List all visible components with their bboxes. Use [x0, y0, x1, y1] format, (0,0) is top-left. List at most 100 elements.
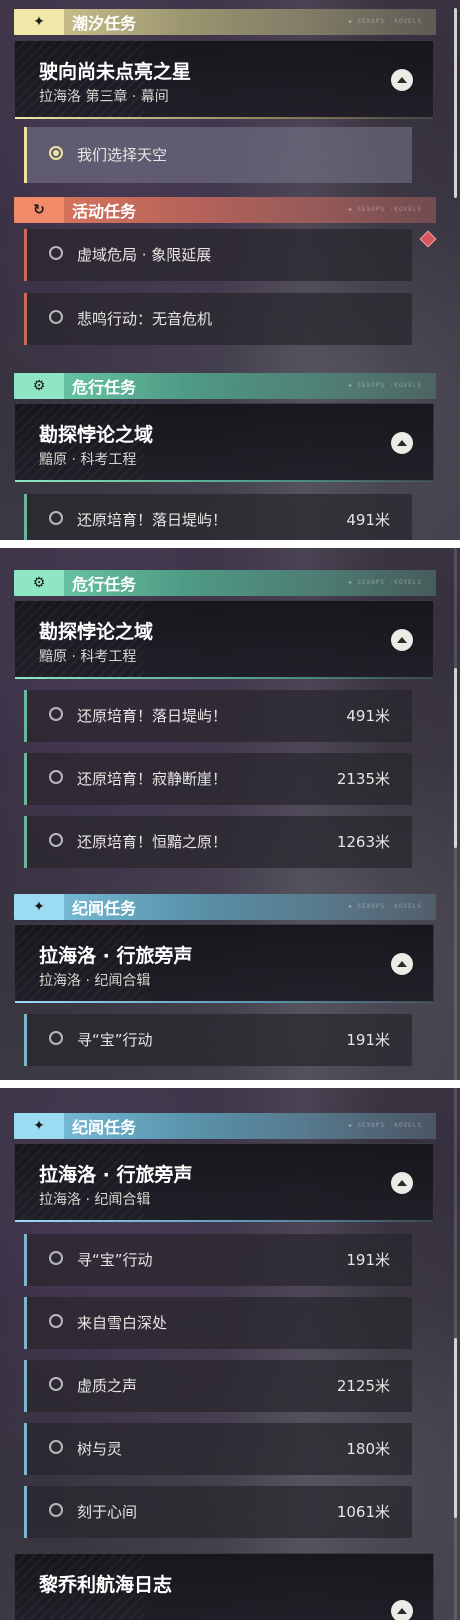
quest-step-distance: 2135米	[336, 770, 390, 788]
quest-subtitle: 黯原 · 科考工程	[39, 649, 137, 665]
collapse-button[interactable]	[391, 1172, 413, 1194]
quest-step[interactable]: 刻于心间 1061米	[24, 1486, 412, 1538]
quest-step-name: 寻“宝”行动	[77, 1251, 153, 1269]
quest-header[interactable]: 拉海洛 · 行旅旁声 拉海洛 · 纪闻合辑	[14, 924, 434, 1003]
quest-step[interactable]: 还原培育！落日堤屿！ 491米	[24, 494, 412, 540]
quest-title: 驶向尚未点亮之星	[39, 61, 192, 83]
quest-step-distance: 191米	[346, 1251, 390, 1269]
danger-badge-icon: ⚙	[14, 570, 64, 596]
quest-subtitle: 拉海洛 第三章 · 幕间	[39, 89, 169, 105]
quest-step-name: 寻“宝”行动	[77, 1031, 153, 1049]
quest-title: 勘探悖论之域	[39, 424, 154, 446]
star-icon: ✦	[14, 894, 64, 920]
category-header-jiwen[interactable]: ✦ 纪闻任务 ◆ SEXOPS ·KOVELS	[14, 1113, 436, 1139]
quest-underline	[15, 1220, 433, 1222]
category-header-chaoxi[interactable]: ✦ 潮汐任务 ◆ SEXOPS ·KOVELS	[14, 9, 436, 35]
quest-underline	[15, 117, 433, 119]
chevron-up-icon	[397, 637, 407, 643]
quest-step[interactable]: 寻“宝”行动 191米	[24, 1014, 412, 1066]
category-header-jiwen[interactable]: ✦ 纪闻任务 ◆ SEXOPS ·KOVELS	[14, 894, 436, 920]
quest-panel-1: ✦ 潮汐任务 ◆ SEXOPS ·KOVELS 驶向尚未点亮之星 拉海洛 第三章…	[0, 0, 460, 540]
quest-header[interactable]: 拉海洛 · 行旅旁声 拉海洛 · 纪闻合辑	[14, 1143, 434, 1222]
star-icon: ✦	[14, 1113, 64, 1139]
quest-step-distance: 2125米	[336, 1377, 390, 1395]
chevron-up-icon	[397, 1180, 407, 1186]
category-label: 潮汐任务	[72, 14, 137, 33]
collapse-button[interactable]	[391, 69, 413, 91]
scrollbar-thumb[interactable]	[454, 668, 457, 848]
quest-title: 拉海洛 · 行旅旁声	[39, 1164, 193, 1186]
divider	[0, 540, 460, 548]
category-deco: ◆ SEXOPS ·KOVELS	[348, 206, 422, 213]
quest-step-name: 虚质之声	[77, 1377, 138, 1395]
category-label: 纪闻任务	[72, 899, 137, 918]
quest-header[interactable]: 勘探悖论之域 黯原 · 科考工程	[14, 600, 434, 679]
quest-title: 黎乔利航海日志	[39, 1574, 173, 1596]
category-label: 纪闻任务	[72, 1118, 137, 1137]
quest-step-name: 刻于心间	[77, 1503, 138, 1521]
quest-header[interactable]: 黎乔利航海日志	[14, 1553, 434, 1620]
quest-step-name: 树与灵	[77, 1440, 123, 1458]
radio-icon	[49, 1503, 63, 1517]
refresh-icon: ↻	[14, 197, 64, 223]
collapse-button[interactable]	[391, 1600, 413, 1620]
scrollbar-thumb[interactable]	[454, 1338, 457, 1518]
quest-step-distance: 491米	[346, 511, 390, 529]
quest-header[interactable]: 勘探悖论之域 黯原 · 科考工程	[14, 403, 434, 482]
collapse-button[interactable]	[391, 953, 413, 975]
selected-radio-icon	[49, 146, 63, 160]
divider	[0, 1080, 460, 1088]
quest-step[interactable]: 虚域危局 · 象限延展	[24, 229, 412, 281]
category-label: 危行任务	[72, 575, 137, 594]
quest-step-name: 我们选择天空	[77, 146, 168, 164]
collapse-button[interactable]	[391, 629, 413, 651]
quest-title: 勘探悖论之域	[39, 621, 154, 643]
alert-diamond-icon	[419, 230, 437, 248]
quest-step-name: 来自雪白深处	[77, 1314, 168, 1332]
quest-step-distance: 1263米	[336, 833, 390, 851]
radio-icon	[49, 1031, 63, 1045]
chevron-up-icon	[397, 440, 407, 446]
chevron-up-icon	[397, 961, 407, 967]
quest-step-name: 虚域危局 · 象限延展	[77, 246, 212, 264]
radio-icon	[49, 246, 63, 260]
quest-step[interactable]: 还原培育！落日堤屿！ 491米	[24, 690, 412, 742]
category-label: 危行任务	[72, 378, 137, 397]
chevron-up-icon	[397, 77, 407, 83]
quest-step-distance: 491米	[346, 707, 390, 725]
radio-icon	[49, 707, 63, 721]
category-deco: ◆ SEXOPS ·KOVELS	[348, 1122, 422, 1129]
category-deco: ◆ SEXOPS ·KOVELS	[348, 579, 422, 586]
quest-step-name: 还原培育！落日堤屿！	[77, 511, 228, 529]
quest-step[interactable]: 树与灵 180米	[24, 1423, 412, 1475]
quest-step-name: 悲鸣行动：无音危机	[77, 310, 213, 328]
category-deco: ◆ SEXOPS ·KOVELS	[348, 382, 422, 389]
radio-icon	[49, 511, 63, 525]
quest-step-selected[interactable]: 我们选择天空	[24, 127, 412, 183]
category-header-huodong[interactable]: ↻ 活动任务 ◆ SEXOPS ·KOVELS	[14, 197, 436, 223]
radio-icon	[49, 310, 63, 324]
category-header-weixing[interactable]: ⚙ 危行任务 ◆ SEXOPS ·KOVELS	[14, 373, 436, 399]
radio-icon	[49, 833, 63, 847]
quest-step[interactable]: 来自雪白深处	[24, 1297, 412, 1349]
quest-step-name: 还原培育！寂静断崖！	[77, 770, 228, 788]
quest-step-name: 还原培育！恒黯之原！	[77, 833, 228, 851]
quest-step[interactable]: 还原培育！恒黯之原！ 1263米	[24, 816, 412, 868]
radio-icon	[49, 770, 63, 784]
quest-step[interactable]: 虚质之声 2125米	[24, 1360, 412, 1412]
radio-icon	[49, 1251, 63, 1265]
quest-step[interactable]: 还原培育！寂静断崖！ 2135米	[24, 753, 412, 805]
quest-step-distance: 180米	[346, 1440, 390, 1458]
quest-header[interactable]: 驶向尚未点亮之星 拉海洛 第三章 · 幕间	[14, 40, 434, 119]
quest-title: 拉海洛 · 行旅旁声	[39, 945, 193, 967]
quest-underline	[15, 480, 433, 482]
quest-step-distance: 191米	[346, 1031, 390, 1049]
category-header-weixing[interactable]: ⚙ 危行任务 ◆ SEXOPS ·KOVELS	[14, 570, 436, 596]
quest-step[interactable]: 寻“宝”行动 191米	[24, 1234, 412, 1286]
scrollbar-thumb[interactable]	[454, 8, 457, 198]
collapse-button[interactable]	[391, 432, 413, 454]
quest-step[interactable]: 悲鸣行动：无音危机	[24, 293, 412, 345]
quest-panel-3: ✦ 纪闻任务 ◆ SEXOPS ·KOVELS 拉海洛 · 行旅旁声 拉海洛 ·…	[0, 1088, 460, 1620]
category-deco: ◆ SEXOPS ·KOVELS	[348, 903, 422, 910]
quest-underline	[15, 1001, 433, 1003]
